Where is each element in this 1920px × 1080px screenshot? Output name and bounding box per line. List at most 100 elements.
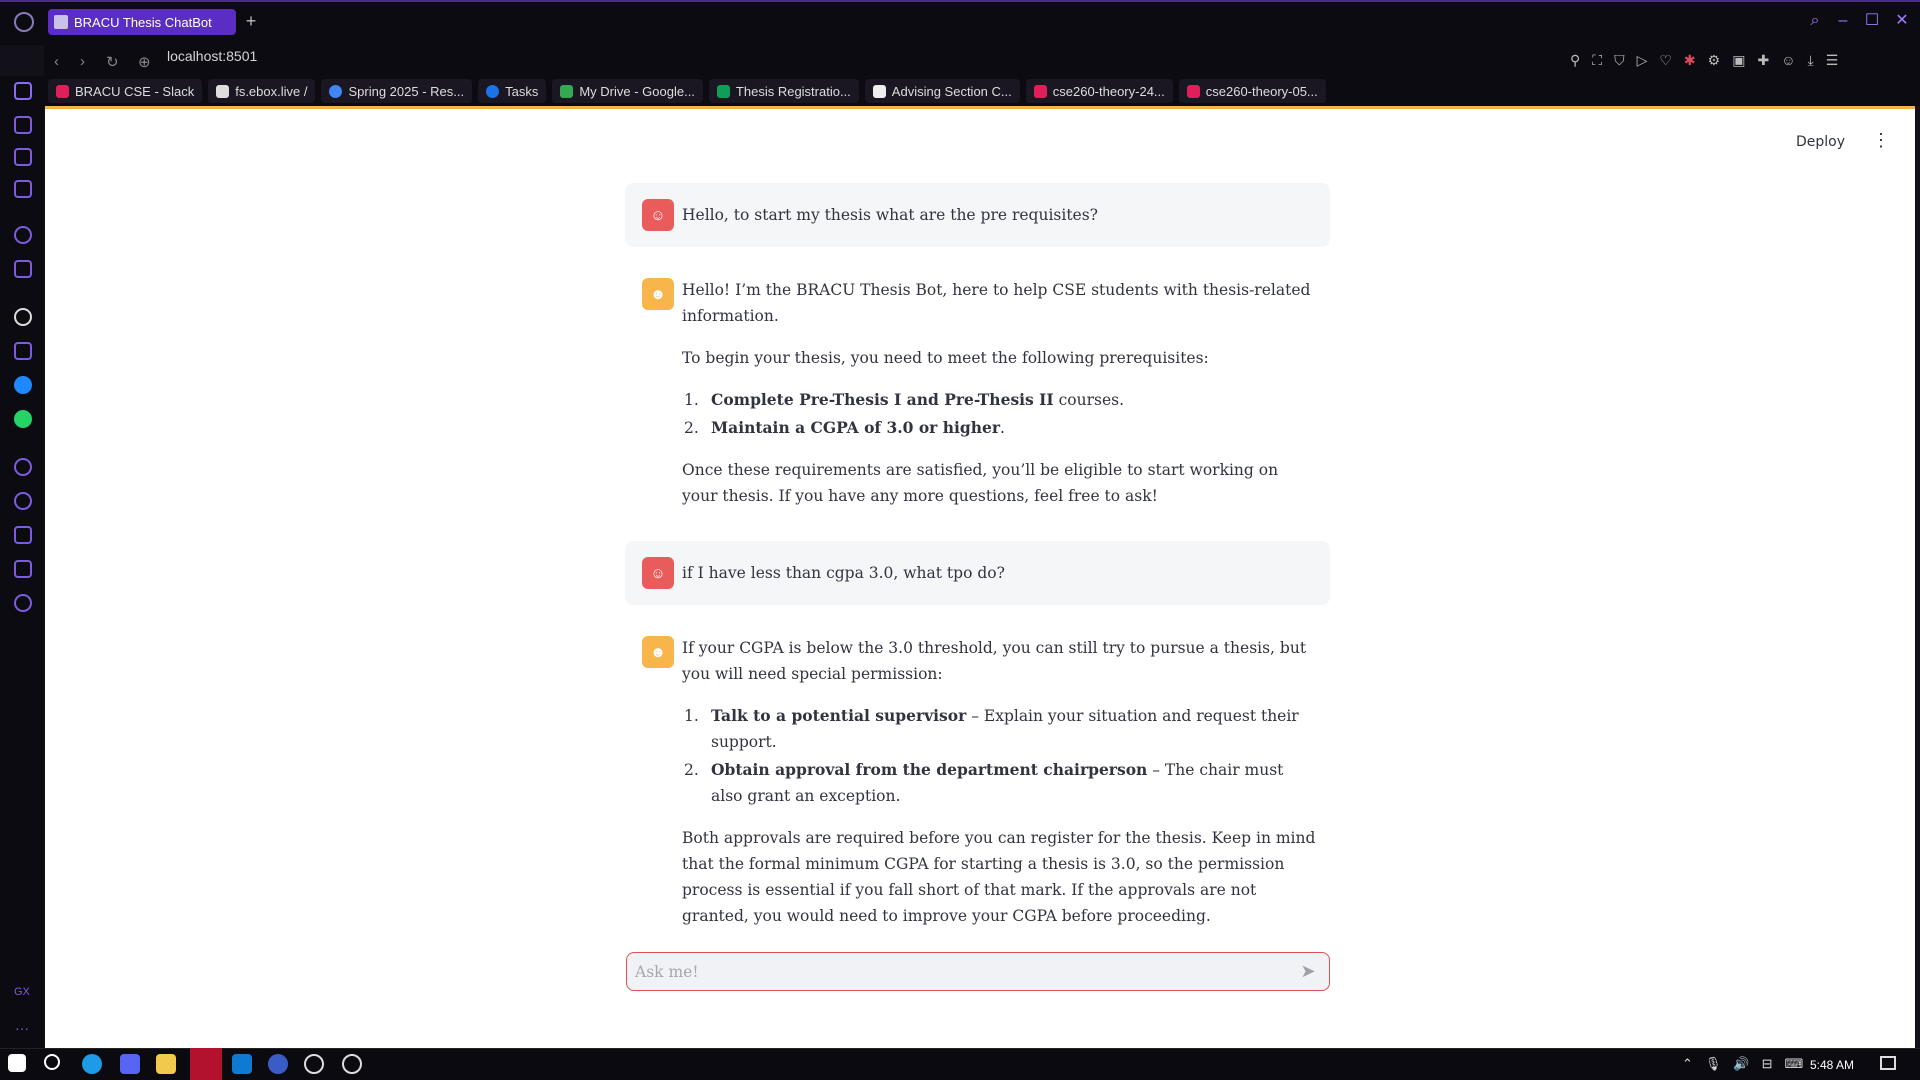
download-icon[interactable] [14,526,32,544]
google-icon [329,84,343,98]
send-button[interactable]: ➤ [1296,960,1320,982]
forward-icon[interactable]: › [80,53,85,70]
app-icon[interactable] [268,1054,288,1074]
play-icon[interactable]: ▷ [1637,52,1648,70]
search-icon[interactable]: ⌕ [1805,11,1825,31]
address-bar-actions: ⚲ ⛶ ⛉ ▷ ♡ ✱ ⚙ ▣ ✚ ☺ ⤓ ☰ [1570,52,1910,70]
message-body: If your CGPA is below the 3.0 threshold,… [682,635,1318,929]
message-intro: If your CGPA is below the 3.0 threshold,… [682,639,1307,683]
volume-icon[interactable]: 🔊 [1733,1056,1749,1072]
aria-icon[interactable] [14,180,32,198]
main-menu-button[interactable]: ⋮ [1872,130,1890,150]
browser-sidebar: GX ··· [0,76,44,1060]
chatgpt-icon[interactable] [304,1054,324,1074]
chat-input-box[interactable] [626,952,1330,991]
profile-icon[interactable]: ☺ [1781,52,1795,70]
extension-icon[interactable]: ⚙ [1708,52,1721,70]
list-item: 2. Maintain a CGPA of 3.0 or higher. [684,418,1005,437]
slack-icon [1033,84,1047,98]
os-taskbar [0,1048,1920,1080]
tray-expand-icon[interactable]: ⌃ [1682,1056,1693,1072]
more-icon[interactable]: ··· [15,1020,29,1036]
docs-icon [872,84,886,98]
extension-icon[interactable]: ✱ [1684,52,1696,70]
taskbar-clock[interactable]: 5:48 AM [1810,1058,1854,1072]
bot-avatar-icon: ☻ [642,278,674,310]
close-icon[interactable]: ✕ [1892,11,1912,31]
shield-icon[interactable]: ⛉ [1614,52,1625,70]
heart-icon[interactable] [14,458,32,476]
tab-active[interactable]: BRACU Thesis ChatBot [48,9,236,35]
bookmark-item[interactable]: Advising Section C... [864,79,1020,103]
download-icon[interactable]: ⤓ [1807,52,1813,70]
deploy-button[interactable]: Deploy [1796,134,1845,150]
url-field[interactable]: localhost:8501 [167,46,257,66]
start-icon[interactable] [8,1054,26,1072]
bookmark-item[interactable]: Thesis Registratio... [708,79,859,103]
tab-title: BRACU Thesis ChatBot [74,14,212,30]
message-text: if I have less than cgpa 3.0, what tpo d… [682,564,1005,582]
document-icon [216,84,230,98]
snapshot-icon[interactable]: ⛶ [1592,52,1602,70]
percent-icon[interactable] [14,342,32,360]
opera-gx-icon[interactable] [190,1048,222,1080]
search-icon[interactable] [44,1054,60,1070]
pin-icon[interactable]: ⚲ [1570,52,1580,70]
permission-steps-list: 1. Talk to a potential supervisor – Expla… [682,703,1318,809]
discord-icon[interactable] [120,1054,140,1074]
message-lead: To begin your thesis, you need to meet t… [682,349,1209,367]
chat-input[interactable] [635,959,1275,985]
chat-message-assistant: ☻ If your CGPA is below the 3.0 threshol… [625,627,1330,925]
browser-logo-icon[interactable] [14,12,34,32]
slack-icon [56,84,69,98]
message-body: Hello! I’m the BRACU Thesis Bot, here to… [682,277,1318,509]
system-tray: ⌃ 🎙 🔊 ⊟ ⌨ [1682,1056,1803,1072]
notifications-icon[interactable] [1880,1056,1896,1070]
file-explorer-icon[interactable] [156,1054,176,1074]
list-item: 1. Complete Pre-Thesis I and Pre-Thesis I… [684,390,1125,409]
maximize-icon[interactable]: ☐ [1862,11,1882,31]
edge-icon[interactable] [82,1054,102,1074]
bookmark-item[interactable]: cse260-theory-05... [1178,79,1326,103]
keyboard-icon[interactable]: ⌨ [1785,1056,1804,1072]
chatgpt-icon[interactable] [14,308,32,326]
drive-icon [560,84,574,98]
minimize-icon[interactable]: – [1833,11,1853,31]
bookmark-item[interactable]: Tasks [478,79,547,103]
split-view-icon[interactable] [14,148,32,166]
history-icon[interactable] [14,492,32,510]
bookmark-item[interactable]: Spring 2025 - Res... [321,79,473,103]
site-info-icon[interactable]: ⊕ [138,53,151,71]
heart-icon[interactable]: ♡ [1659,52,1672,70]
gaming-icon[interactable] [14,116,32,134]
chat-message-user: ☺ Hello, to start my thesis what are the… [625,183,1330,247]
tab-favicon-icon [54,15,68,29]
back-icon[interactable]: ‹ [54,53,59,70]
bookmark-item[interactable]: BRACU CSE - Slack [48,79,203,103]
vscode-icon[interactable] [232,1054,252,1074]
extensions-icon[interactable] [14,560,32,578]
message-intro: Hello! I’m the BRACU Thesis Bot, here to… [682,281,1311,325]
extension-icon[interactable]: ▣ [1732,52,1745,70]
new-tab-button[interactable]: + [242,12,260,30]
bookmark-item[interactable]: My Drive - Google... [552,79,703,103]
microphone-icon[interactable]: 🎙 [1705,1056,1722,1072]
sync-icon[interactable] [14,226,32,244]
bookmarks-bar: BRACU CSE - Slack fs.ebox.live / Spring … [44,76,1920,106]
bookmark-item[interactable]: fs.ebox.live / [208,79,316,103]
slack-icon [1186,84,1200,98]
notes-icon[interactable] [14,260,32,278]
chat-message-user: ☺ if I have less than cgpa 3.0, what tpo… [625,541,1330,605]
messenger-icon[interactable] [14,376,32,394]
sheets-icon [716,84,730,98]
reload-icon[interactable]: ↻ [106,53,119,71]
settings-icon[interactable] [14,594,32,612]
network-icon[interactable]: ⊟ [1762,1056,1773,1072]
home-icon[interactable] [14,82,32,100]
menu-icon[interactable]: ☰ [1826,52,1839,70]
whatsapp-icon[interactable] [14,410,32,428]
app-icon[interactable] [342,1054,362,1074]
gx-icon[interactable]: GX [14,986,30,998]
bookmark-item[interactable]: cse260-theory-24... [1025,79,1173,103]
extensions-icon[interactable]: ✚ [1757,52,1769,70]
